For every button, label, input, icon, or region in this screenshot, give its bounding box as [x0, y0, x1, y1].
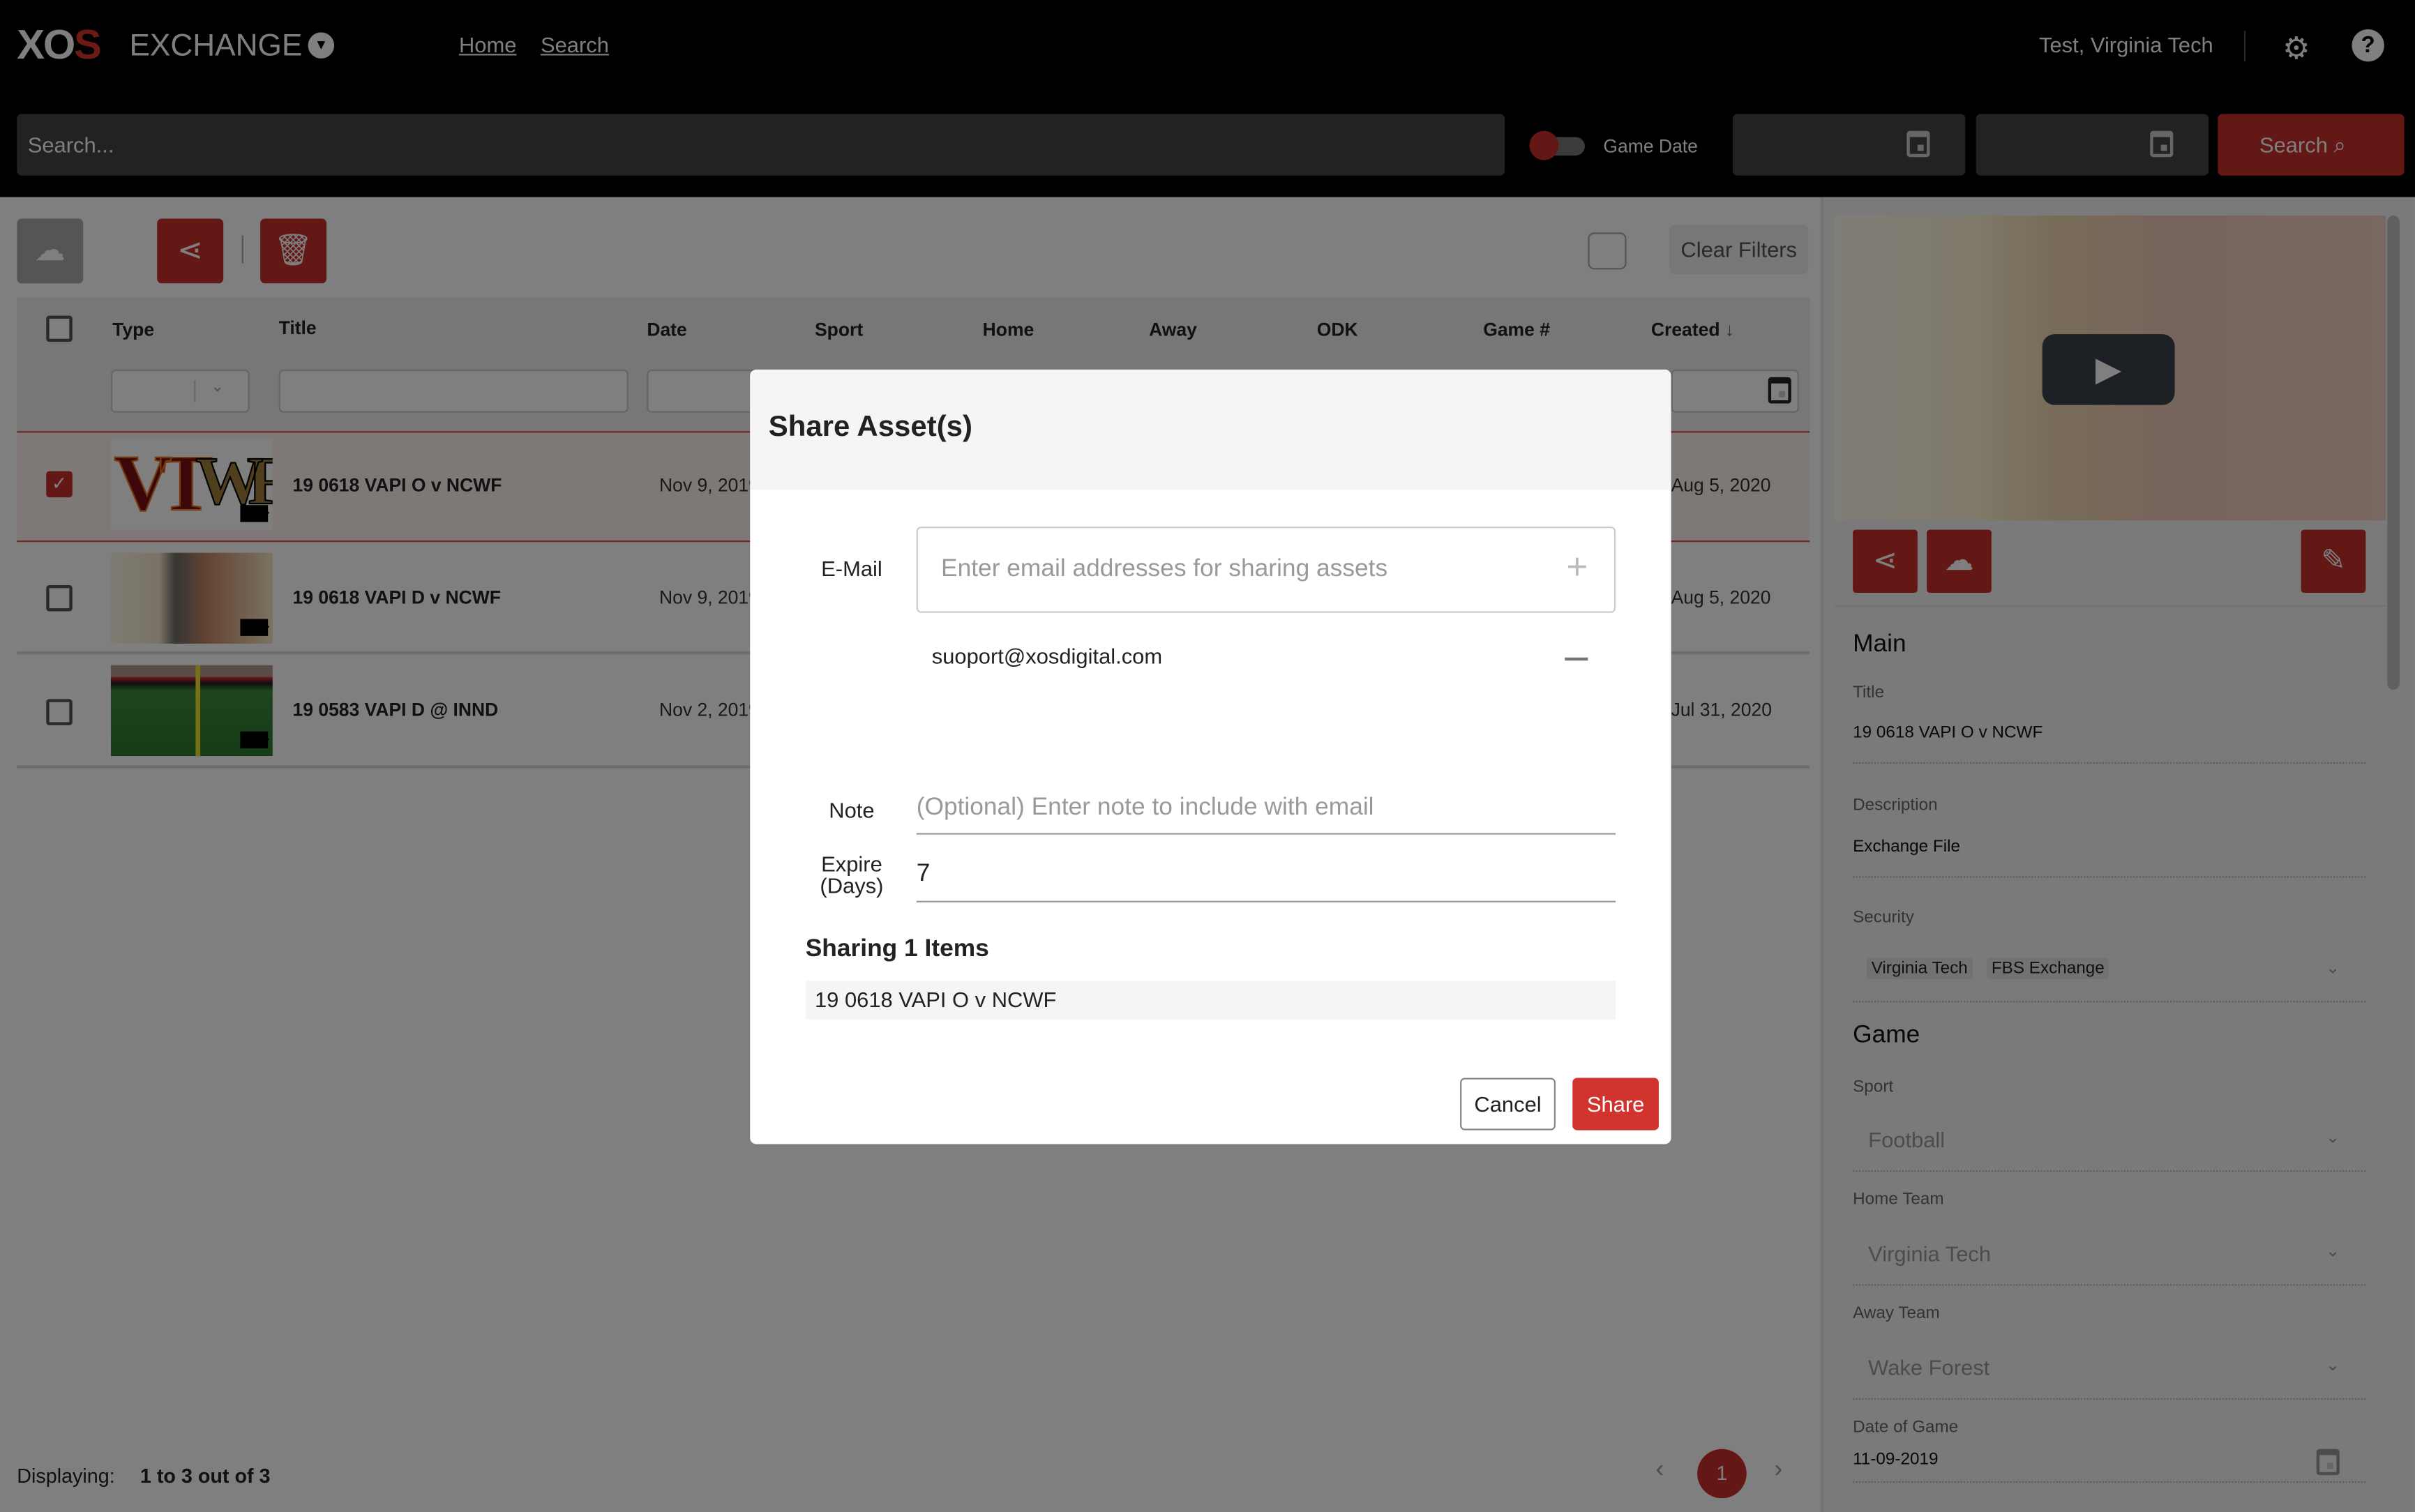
dialog-title: Share Asset(s) — [768, 411, 972, 444]
cancel-button[interactable]: Cancel — [1460, 1078, 1556, 1131]
app: XOS EXCHANGE ▼ Home Search Test, Virgini… — [0, 0, 2415, 1512]
sharing-heading: Sharing 1 Items — [805, 936, 989, 962]
share-assets-dialog: Share Asset(s) E-Mail Enter email addres… — [750, 369, 1671, 1144]
email-entry: suoport@xosdigital.com — [931, 643, 1163, 669]
note-input[interactable]: (Optional) Enter note to include with em… — [916, 794, 1616, 835]
note-label: Note — [829, 797, 875, 823]
email-label: E-Mail — [821, 556, 882, 581]
add-email-icon[interactable]: + — [1566, 547, 1588, 590]
remove-email-icon[interactable] — [1565, 657, 1588, 661]
email-input[interactable]: Enter email addresses for sharing assets — [916, 527, 1616, 613]
share-confirm-button[interactable]: Share — [1572, 1078, 1659, 1131]
expire-days-input[interactable]: 7 — [916, 861, 1616, 902]
expire-label: Expire (Days) — [820, 851, 884, 898]
shared-item: 19 0618 VAPI O v NCWF — [805, 981, 1616, 1020]
